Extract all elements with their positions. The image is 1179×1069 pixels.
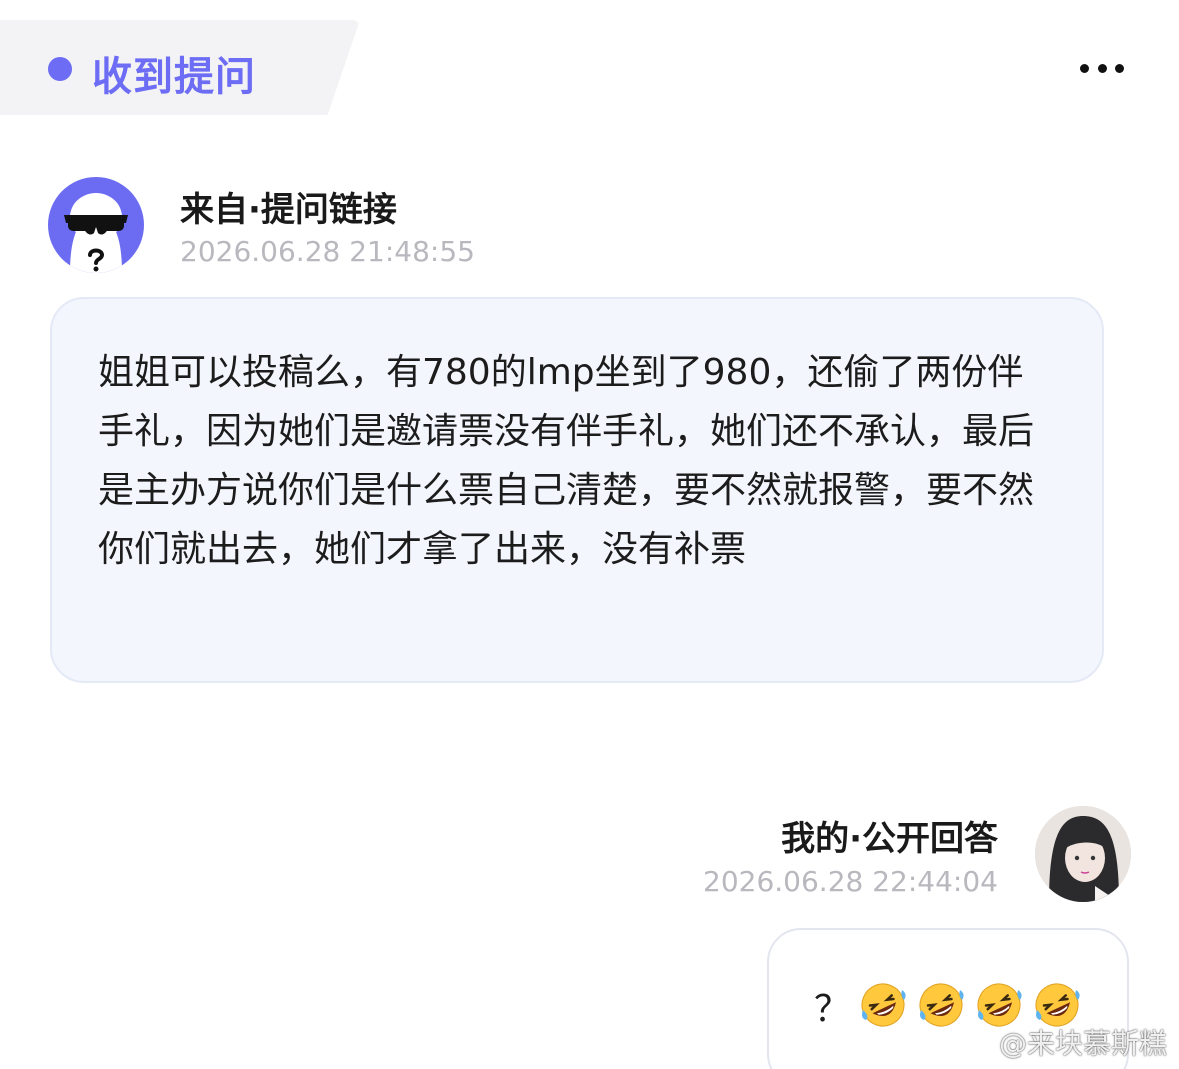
rolling-laughing-emoji-icon — [861, 983, 906, 1027]
more-options-icon[interactable] — [1080, 56, 1124, 80]
answer-label: 我的·公开回答 — [781, 819, 998, 859]
weibo-icon — [959, 1031, 991, 1055]
anonymous-avatar-icon[interactable] — [48, 177, 144, 273]
watermark: @来块慕斯糕 — [959, 1022, 1167, 1062]
answer-timestamp: 2026.06.28 22:44:04 — [703, 865, 998, 898]
user-avatar[interactable] — [1035, 806, 1131, 902]
question-text: 姐姐可以投稿么，有780的lmp坐到了980，还偷了两份伴手礼，因为她们是邀请票… — [98, 352, 1035, 570]
page-title: 收到提问 — [92, 54, 256, 100]
question-bubble: 姐姐可以投稿么，有780的lmp坐到了980，还偷了两份伴手礼，因为她们是邀请票… — [50, 297, 1104, 683]
question-card-page: 收到提问 来自·提问链接 2026.06.28 21:48:55 姐姐可以投稿么… — [0, 0, 1179, 1069]
question-source-label: 来自·提问链接 — [180, 190, 397, 230]
answer-text: ？ — [814, 989, 851, 1030]
question-timestamp: 2026.06.28 21:48:55 — [180, 235, 475, 268]
watermark-text: @来块慕斯糕 — [998, 1027, 1167, 1060]
header-dot-icon — [48, 57, 72, 81]
